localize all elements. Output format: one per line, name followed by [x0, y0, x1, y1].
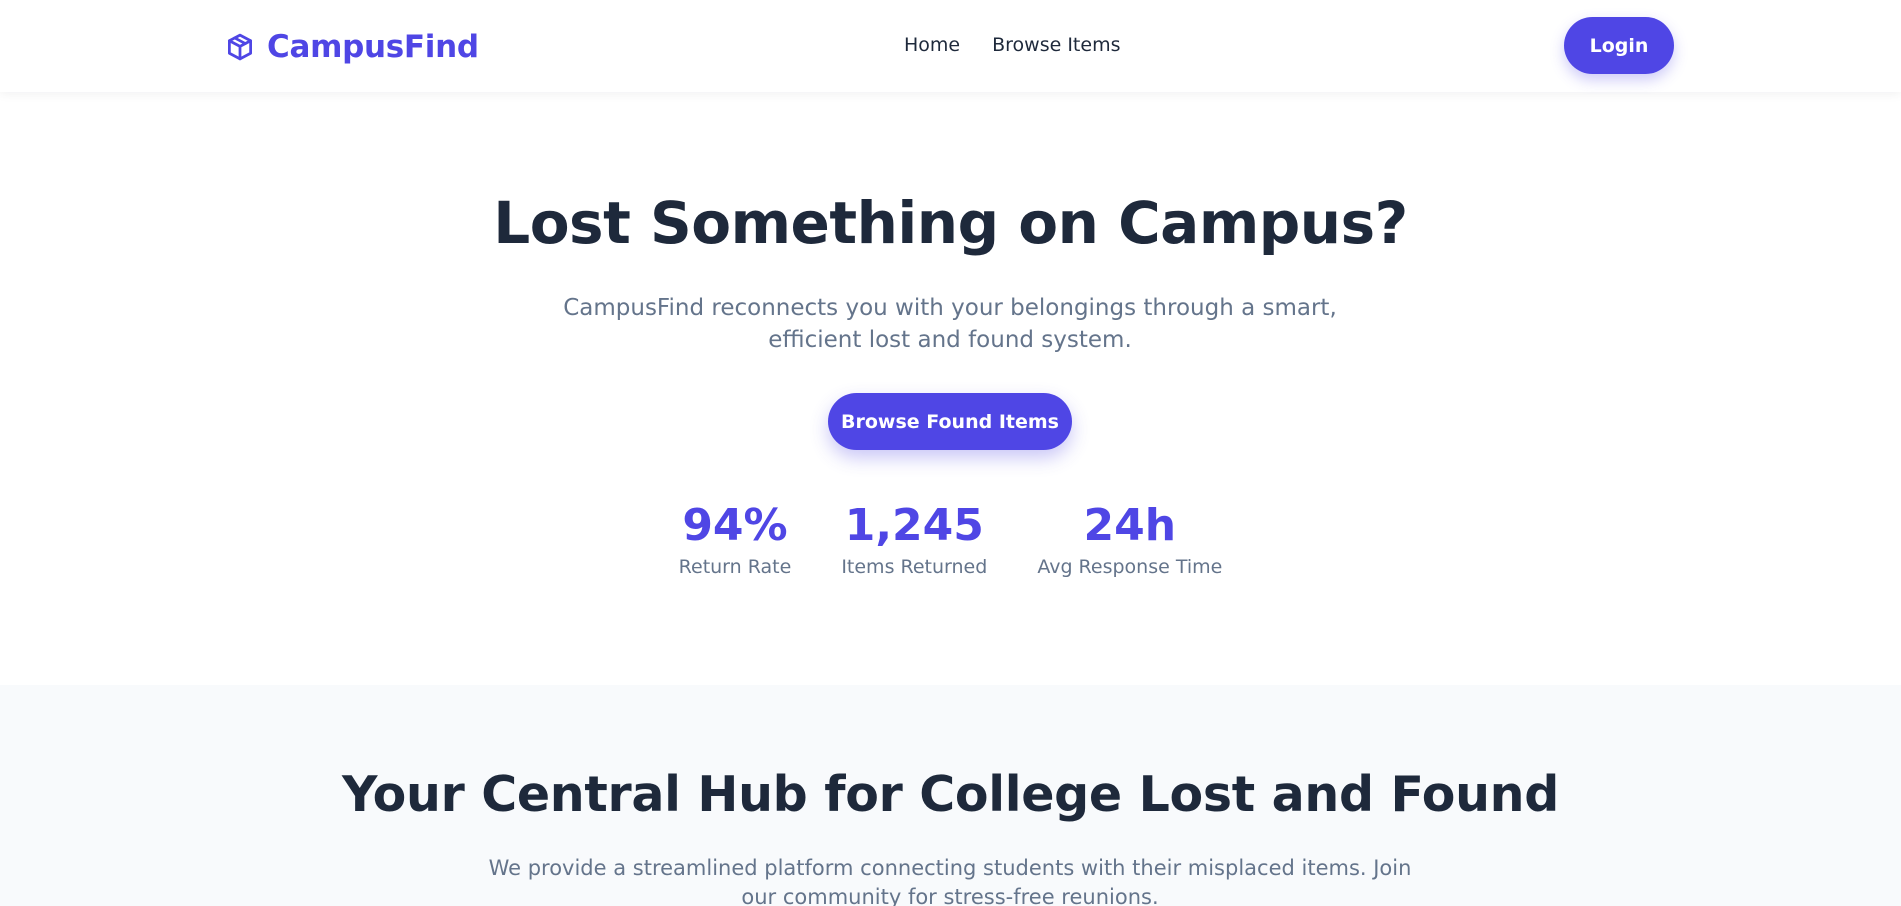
hero-title: Lost Something on Campus?	[493, 189, 1408, 257]
about-text: We provide a streamlined platform connec…	[488, 856, 1412, 906]
stat-avg-response-time: 24h Avg Response Time	[1037, 500, 1223, 579]
page: CampusFind Home Browse Items Login Lost …	[0, 0, 1901, 906]
about-title: Your Central Hub for College Lost and Fo…	[341, 766, 1560, 823]
cube-icon	[228, 33, 252, 61]
brand-name: CampusFind	[267, 29, 479, 65]
stat-value: 24h	[1083, 500, 1177, 551]
hero-section: Lost Something on Campus? CampusFind rec…	[0, 92, 1901, 685]
stat-label: Return Rate	[678, 556, 792, 579]
stat-value: 1,245	[844, 500, 984, 551]
stat-label: Items Returned	[841, 556, 988, 579]
nav-home-link[interactable]: Home	[904, 34, 960, 56]
login-button[interactable]: Login	[1564, 17, 1674, 74]
brand-logo-link[interactable]: CampusFind	[225, 27, 479, 67]
nav-browse-items-link[interactable]: Browse Items	[992, 34, 1120, 56]
about-section: Your Central Hub for College Lost and Fo…	[0, 685, 1901, 906]
stat-value: 94%	[682, 500, 788, 551]
stats-row: 94% Return Rate 1,245 Items Returned 24h…	[0, 500, 1901, 579]
stat-items-returned: 1,245 Items Returned	[841, 500, 988, 579]
top-navbar: CampusFind Home Browse Items Login	[0, 0, 1901, 92]
browse-found-items-button[interactable]: Browse Found Items	[828, 393, 1072, 450]
main-nav: Home Browse Items	[904, 34, 1120, 56]
stat-label: Avg Response Time	[1037, 556, 1223, 579]
stat-return-rate: 94% Return Rate	[678, 500, 792, 579]
hero-subtitle: CampusFind reconnects you with your belo…	[563, 295, 1337, 353]
